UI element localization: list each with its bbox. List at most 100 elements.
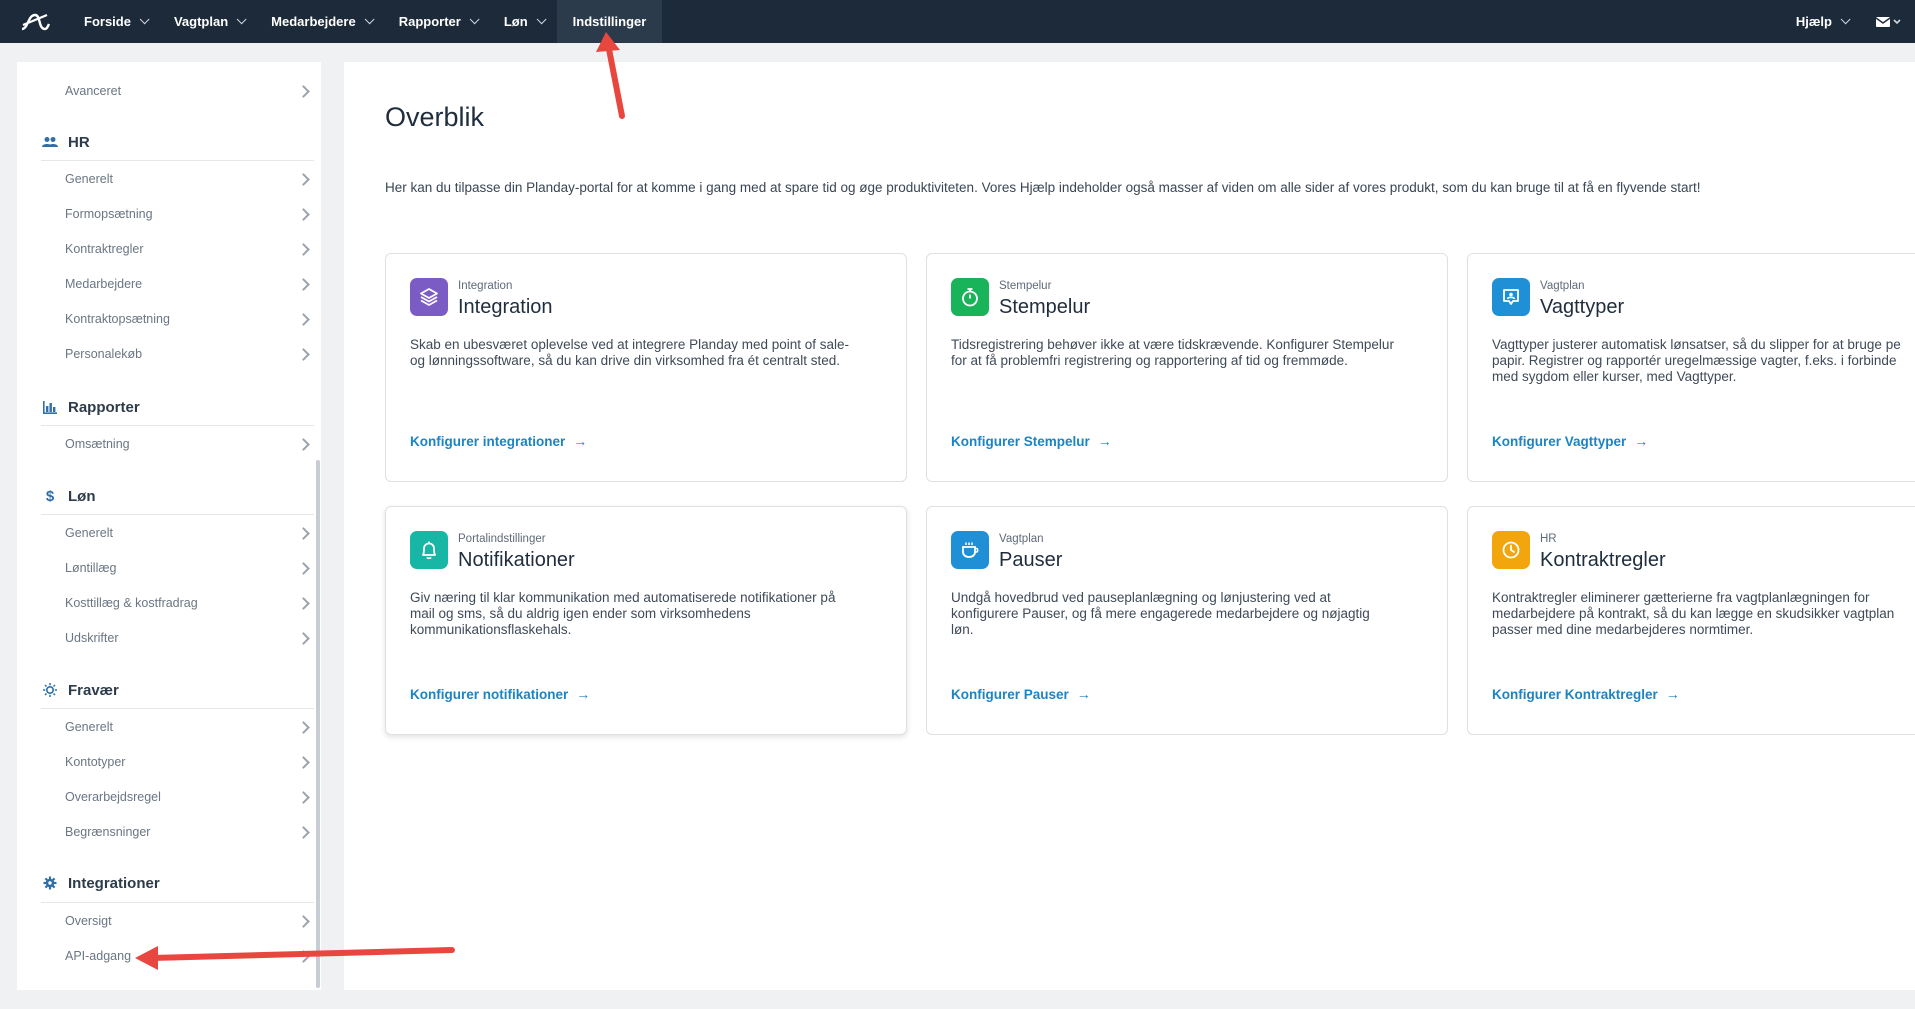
- card-description: Vagttyper justerer automatisk lønsatser,…: [1492, 337, 1901, 384]
- card-description: Kontraktregler eliminerer gætterierne fr…: [1492, 590, 1895, 637]
- card-title: Integration: [458, 296, 553, 318]
- arrow-right-icon: →: [1097, 433, 1112, 449]
- nav-right: Hjælp: [1782, 0, 1915, 43]
- sidebar-item-label: Kosttillæg & kostfradrag: [65, 596, 198, 610]
- nav-lon[interactable]: Løn: [490, 0, 557, 43]
- sidebar-item-begraensninger[interactable]: Begrænsninger: [65, 815, 314, 849]
- intro-text: Her kan du tilpasse din Planday-portal f…: [385, 180, 1701, 195]
- arrow-right-icon: →: [1634, 433, 1649, 449]
- sidebar-item-udskrifter[interactable]: Udskrifter: [65, 621, 314, 655]
- chevron-down-icon: [536, 14, 547, 25]
- card-kontraktregler: HR Kontraktregler Kontraktregler elimine…: [1467, 506, 1915, 735]
- chevron-down-icon: [236, 14, 247, 25]
- nav-label: Forside: [84, 14, 131, 29]
- top-navigation: Forside Vagtplan Medarbejdere Rapporter …: [0, 0, 1915, 43]
- nav-label: Medarbejdere: [271, 14, 356, 29]
- nav-indstillinger[interactable]: Indstillinger: [556, 0, 663, 43]
- card-category: Stempelur: [999, 280, 1052, 292]
- nav-medarbejdere[interactable]: Medarbejdere: [257, 0, 385, 43]
- section-lon-heading: $ Løn: [41, 483, 96, 509]
- sidebar-item-medarbejdere[interactable]: Medarbejdere: [65, 267, 314, 301]
- section-title: HR: [68, 133, 90, 151]
- chevron-right-icon: [297, 720, 310, 734]
- page-title: Overblik: [385, 102, 485, 132]
- sidebar-item-lon-generelt[interactable]: Generelt: [65, 516, 314, 550]
- sidebar-item-kosttillaeg[interactable]: Kosttillæg & kostfradrag: [65, 586, 314, 620]
- sidebar-item-api-adgang[interactable]: API-adgang: [65, 939, 314, 973]
- nav-help[interactable]: Hjælp: [1782, 0, 1861, 43]
- chevron-right-icon: [297, 347, 310, 361]
- card-title: Notifikationer: [458, 549, 575, 571]
- link-label: Konfigurer integrationer: [410, 433, 566, 449]
- chevron-right-icon: [297, 755, 310, 769]
- mail-icon[interactable]: [1861, 0, 1915, 43]
- card-vagttyper: Vagtplan Vagttyper Vagttyper justerer au…: [1467, 253, 1915, 482]
- arrow-right-icon: →: [1665, 686, 1680, 702]
- card-description: Skab en ubesværet oplevelse ved at integ…: [410, 337, 850, 368]
- card-category: HR: [1540, 533, 1557, 545]
- configure-pauser-link[interactable]: Konfigurer Pauser →: [951, 686, 1091, 702]
- divider: [41, 902, 314, 903]
- sidebar-item-overarbejdsregel[interactable]: Overarbejdsregel: [65, 780, 314, 814]
- chevron-right-icon: [297, 914, 310, 928]
- nav-vagtplan[interactable]: Vagtplan: [160, 0, 257, 43]
- settings-sidebar: Avanceret HR Generelt Formopsætning Kont…: [17, 62, 321, 990]
- dollar-icon: $: [45, 487, 55, 505]
- sidebar-item-label: Generelt: [65, 172, 113, 186]
- sidebar-item-hr-generelt[interactable]: Generelt: [65, 162, 314, 196]
- shift-badge-icon: [1492, 278, 1530, 316]
- link-label: Konfigurer notifikationer: [410, 686, 569, 702]
- chevron-right-icon: [297, 825, 310, 839]
- chevron-right-icon: [297, 312, 310, 326]
- configure-notifications-link[interactable]: Konfigurer notifikationer →: [410, 686, 590, 702]
- configure-stempelur-link[interactable]: Konfigurer Stempelur →: [951, 433, 1112, 449]
- chevron-right-icon: [297, 561, 310, 575]
- sidebar-item-formopsaetning[interactable]: Formopsætning: [65, 197, 314, 231]
- main-content: Overblik Her kan du tilpasse din Planday…: [344, 62, 1915, 990]
- sidebar-item-fravaer-generelt[interactable]: Generelt: [65, 710, 314, 744]
- gear-icon: [41, 874, 59, 892]
- sidebar-item-oversigt[interactable]: Oversigt: [65, 904, 314, 938]
- configure-vagttyper-link[interactable]: Konfigurer Vagttyper →: [1492, 433, 1648, 449]
- sidebar-item-label: Omsætning: [65, 437, 130, 451]
- nav-label: Rapporter: [398, 14, 461, 29]
- sidebar-item-kontotyper[interactable]: Kontotyper: [65, 745, 314, 779]
- planday-logo-icon[interactable]: [0, 0, 70, 43]
- coffee-icon: [951, 531, 989, 569]
- card-description: Giv næring til klar kommunikation med au…: [410, 590, 836, 637]
- bar-chart-icon: [41, 398, 59, 416]
- sidebar-item-label: Avanceret: [65, 84, 122, 98]
- nav-rapporter[interactable]: Rapporter: [385, 0, 490, 43]
- chevron-right-icon: [297, 596, 310, 610]
- link-label: Konfigurer Vagttyper: [1492, 433, 1627, 449]
- sidebar-item-kontraktregler[interactable]: Kontraktregler: [65, 232, 314, 266]
- sidebar-item-avanceret[interactable]: Avanceret: [65, 74, 314, 108]
- divider: [41, 425, 314, 426]
- chevron-right-icon: [297, 172, 310, 186]
- card-pauser: Vagtplan Pauser Undgå hovedbrud ved paus…: [926, 506, 1448, 735]
- link-label: Konfigurer Stempelur: [951, 433, 1090, 449]
- sidebar-item-lontillaeg[interactable]: Løntillæg: [65, 551, 314, 585]
- configure-kontraktregler-link[interactable]: Konfigurer Kontraktregler →: [1492, 686, 1680, 702]
- sidebar-item-label: Kontraktregler: [65, 242, 144, 256]
- people-icon: [41, 133, 59, 151]
- sidebar-item-label: Begrænsninger: [65, 825, 151, 839]
- divider: [41, 708, 314, 709]
- sidebar-item-kontraktopsaetning[interactable]: Kontraktopsætning: [65, 302, 314, 336]
- section-title: Integrationer: [68, 874, 160, 892]
- section-hr-heading: HR: [41, 129, 90, 155]
- sidebar-item-personalekob[interactable]: Personalekøb: [65, 337, 314, 371]
- nav-forside[interactable]: Forside: [70, 0, 160, 43]
- section-title: Fravær: [68, 681, 119, 699]
- section-title: Rapporter: [68, 398, 140, 416]
- chevron-right-icon: [297, 84, 310, 98]
- link-label: Konfigurer Pauser: [951, 686, 1069, 702]
- chevron-right-icon: [297, 277, 310, 291]
- link-label: Konfigurer Kontraktregler: [1492, 686, 1658, 702]
- sidebar-item-label: Oversigt: [65, 914, 112, 928]
- sidebar-item-omsaetning[interactable]: Omsætning: [65, 427, 314, 461]
- card-category: Vagtplan: [999, 533, 1044, 545]
- sidebar-scrollbar[interactable]: [316, 460, 320, 988]
- configure-integrations-link[interactable]: Konfigurer integrationer →: [410, 433, 587, 449]
- sidebar-item-label: API-adgang: [65, 949, 132, 963]
